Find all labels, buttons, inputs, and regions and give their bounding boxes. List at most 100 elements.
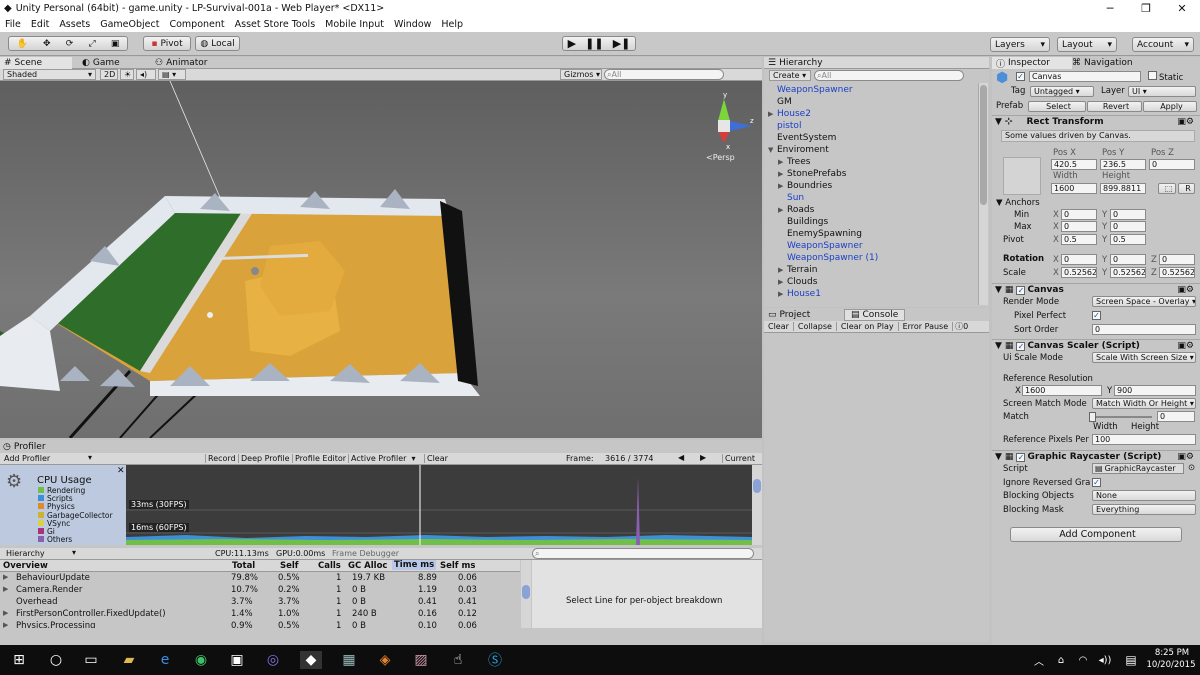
column-total[interactable]: Total xyxy=(232,561,255,571)
rotation-y-field[interactable]: 0 xyxy=(1110,254,1146,265)
profiler-row[interactable]: ▶ BehaviourUpdate 79.8% 0.5% 1 19.7 KB 8.89 0.0… xyxy=(0,573,520,585)
posx-field[interactable]: 420.5 xyxy=(1051,159,1097,170)
deep-profile-button[interactable]: Deep Profile xyxy=(238,454,290,463)
hierarchy-item[interactable]: EventSystem xyxy=(768,133,836,143)
previous-frame-button[interactable]: ◀ xyxy=(678,453,684,462)
clock-date[interactable]: 10/20/2015 xyxy=(1146,660,1196,670)
blocking-objects-dropdown[interactable]: None xyxy=(1092,490,1196,501)
file-explorer-icon[interactable]: ▰ xyxy=(118,651,140,669)
scene-viewport[interactable]: y z x <Persp xyxy=(0,81,762,438)
foldout-arrow-icon[interactable]: ▶ xyxy=(778,170,787,178)
profiler-clear-button[interactable]: Clear xyxy=(424,454,448,463)
minimize-button[interactable]: ─ xyxy=(1092,0,1128,17)
add-profiler-arrow-icon[interactable]: ▾ xyxy=(88,453,92,462)
reference-ppu-field[interactable]: 100 xyxy=(1092,434,1196,445)
pivot-y-field[interactable]: 0.5 xyxy=(1110,234,1146,245)
script-picker-icon[interactable]: ⊙ xyxy=(1188,463,1195,473)
pivot-button[interactable]: ▪ Pivot xyxy=(143,36,191,51)
scene-search-input[interactable]: ⌕ All xyxy=(604,69,724,80)
foldout-arrow-icon[interactable]: ▶ xyxy=(778,206,787,214)
column-time-ms[interactable]: Time ms xyxy=(392,560,437,570)
profile-editor-button[interactable]: Profile Editor xyxy=(292,454,346,463)
posz-field[interactable]: 0 xyxy=(1149,159,1195,170)
maximize-button[interactable]: ❐ xyxy=(1128,0,1164,17)
menu-file[interactable]: File xyxy=(5,19,21,30)
tray-overflow-icon[interactable]: ︿ xyxy=(1028,651,1050,669)
tray-wifi-icon[interactable]: ◠ xyxy=(1072,651,1094,669)
spotify-icon[interactable]: ◉ xyxy=(190,651,212,669)
app-icon[interactable]: ▦ xyxy=(338,651,360,669)
console-info-count[interactable]: ⓘ0 xyxy=(953,321,970,332)
lighting-toggle-icon[interactable]: ☀ xyxy=(120,69,134,80)
legend-item[interactable]: Others xyxy=(38,535,72,544)
hierarchy-scrollbar[interactable] xyxy=(978,83,988,305)
anchors-foldout[interactable]: ▼ Anchors xyxy=(996,198,1040,208)
orientation-gizmo[interactable]: y z x <Persp xyxy=(702,91,762,163)
screen-match-mode-dropdown[interactable]: Match Width Or Height ▾ xyxy=(1092,398,1196,409)
close-button[interactable]: ✕ xyxy=(1164,0,1200,17)
hierarchy-item[interactable]: ▶ Boundries xyxy=(778,181,832,191)
foldout-arrow-icon[interactable]: ▶ xyxy=(778,266,787,274)
canvas-component-header[interactable]: ▼ ▦ ✓ Canvas ▣⚙ xyxy=(992,283,1200,296)
tab-profiler[interactable]: ◷ Profiler xyxy=(3,441,46,453)
sort-order-field[interactable]: 0 xyxy=(1092,324,1196,335)
play-icon[interactable]: ▶ xyxy=(568,37,576,50)
tab-hierarchy[interactable]: ☰ Hierarchy xyxy=(764,57,989,69)
rect-transform-header[interactable]: ▼ ⊹ Rect Transform ▣⚙ xyxy=(992,115,1200,128)
static-toggle[interactable]: Static xyxy=(1148,71,1183,83)
effects-dropdown-icon[interactable]: ▤ ▾ xyxy=(158,69,186,80)
menu-asset-store-tools[interactable]: Asset Store Tools xyxy=(235,19,316,30)
column-self-ms[interactable]: Self ms xyxy=(440,561,475,571)
task-view-icon[interactable]: ▭ xyxy=(80,651,102,669)
tray-volume-icon[interactable]: ◂)) xyxy=(1094,651,1116,669)
scale-x-field[interactable]: 0.52562 xyxy=(1061,267,1097,278)
blocking-mask-dropdown[interactable]: Everything xyxy=(1092,504,1196,515)
skype-icon[interactable]: Ⓢ xyxy=(484,651,506,669)
rect-tool-icon[interactable]: ▣ xyxy=(111,39,120,49)
tab-animator[interactable]: ⚇ Animator xyxy=(155,57,207,69)
menu-component[interactable]: Component xyxy=(169,19,224,30)
object-name-field[interactable]: Canvas xyxy=(1029,71,1141,82)
render-mode-dropdown[interactable]: Screen Space - Overlay ▾ xyxy=(1092,296,1196,307)
hierarchy-item[interactable]: ▶ House1 xyxy=(778,289,821,299)
persp-label[interactable]: <Persp xyxy=(706,153,735,162)
tag-dropdown[interactable]: Untagged ▾ xyxy=(1030,86,1094,97)
rotation-x-field[interactable]: 0 xyxy=(1061,254,1097,265)
profiler-list-scrollbar[interactable] xyxy=(521,560,531,628)
hierarchy-item[interactable]: WeaponSpawner xyxy=(768,85,853,95)
console-collapse-button[interactable]: Collapse xyxy=(794,322,837,331)
clock-time[interactable]: 8:25 PM xyxy=(1150,648,1194,658)
rotation-z-field[interactable]: 0 xyxy=(1159,254,1195,265)
hierarchy-item[interactable]: WeaponSpawner (1) xyxy=(778,253,878,263)
hierarchy-mode-dropdown[interactable]: Hierarchy xyxy=(6,549,45,558)
ui-scale-mode-dropdown[interactable]: Scale With Screen Size ▾ xyxy=(1092,352,1196,363)
scale-y-field[interactable]: 0.52562 xyxy=(1110,267,1146,278)
cursor-app-icon[interactable]: ☝ xyxy=(447,651,469,669)
menu-edit[interactable]: Edit xyxy=(31,19,49,30)
canvas-scaler-settings-icon[interactable]: ▣⚙ xyxy=(1177,341,1194,351)
gizmos-dropdown[interactable]: Gizmos ▾ xyxy=(560,69,602,80)
hierarchy-item[interactable]: EnemySpawning xyxy=(778,229,862,239)
profiler-row[interactable]: Overhead 3.7% 3.7% 1 0 B 0.41 0.41 xyxy=(0,597,520,609)
cpu-usage-area-legend[interactable]: ⚙ CPU Usage Rendering Scripts Physics Garba… xyxy=(0,465,126,545)
anchor-presets-widget[interactable] xyxy=(1003,157,1041,195)
account-dropdown[interactable]: Account ▾ xyxy=(1132,37,1194,52)
current-frame-button[interactable]: Current xyxy=(722,454,755,463)
hierarchy-create-dropdown[interactable]: Create ▾ xyxy=(769,70,811,81)
menu-gameobject[interactable]: GameObject xyxy=(100,19,159,30)
anchor-max-x-field[interactable]: 0 xyxy=(1061,221,1097,232)
canvas-settings-icon[interactable]: ▣⚙ xyxy=(1177,285,1194,295)
menu-help[interactable]: Help xyxy=(441,19,463,30)
step-icon[interactable]: ▶❚ xyxy=(613,37,631,50)
game-controller-icon[interactable]: ▣ xyxy=(226,651,248,669)
image-editor-icon[interactable]: ▨ xyxy=(410,651,432,669)
profiler-graph-scrollbar[interactable] xyxy=(752,465,762,545)
play-controls[interactable]: ▶ ❚❚ ▶❚ xyxy=(562,36,636,51)
canvas-scaler-header[interactable]: ▼ ▦ ✓ Canvas Scaler (Script) ▣⚙ xyxy=(992,339,1200,352)
unity-taskbar-icon[interactable]: ◆ xyxy=(300,651,322,669)
foldout-arrow-icon[interactable]: ▶ xyxy=(778,290,787,298)
hierarchy-item[interactable]: ▶ House2 xyxy=(768,109,811,119)
frame-debugger-button[interactable]: Frame Debugger xyxy=(332,549,399,558)
hierarchy-item[interactable]: ▶ Roads xyxy=(778,205,814,215)
windows-start-icon[interactable]: ⊞ xyxy=(8,651,30,669)
